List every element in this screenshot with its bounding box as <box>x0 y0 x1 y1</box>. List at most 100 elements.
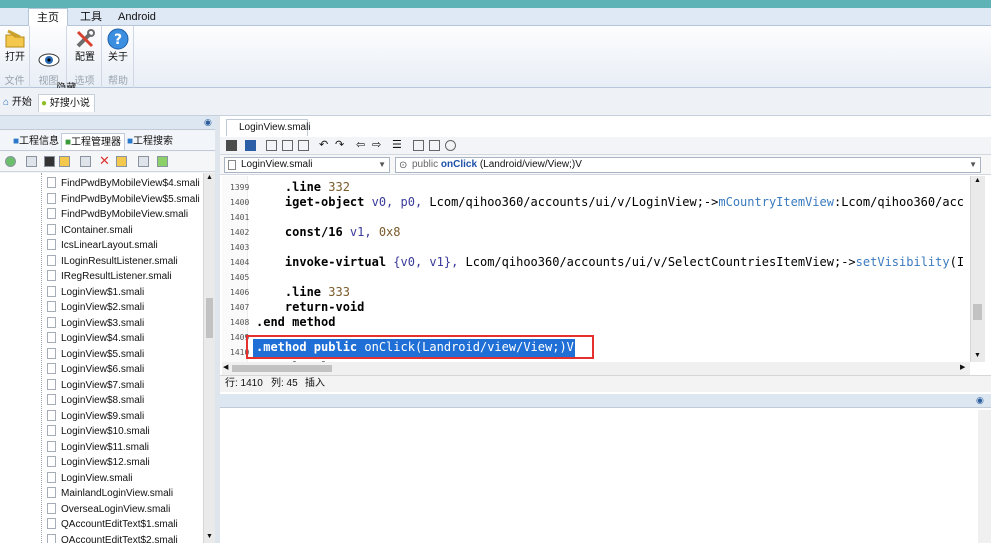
delete-icon[interactable]: ✕ <box>99 153 110 169</box>
tree-item[interactable]: IRegResultListener.smali <box>47 269 172 284</box>
group-label-help: 帮助 <box>108 76 128 87</box>
file-combo-icon <box>228 160 236 170</box>
tree-item[interactable]: FindPwdByMobileView$5.smali <box>47 192 200 207</box>
line-number: 1400 <box>230 198 250 207</box>
open-button[interactable]: 打开 <box>0 28 30 63</box>
tree-scrollbar-thumb[interactable] <box>206 298 213 338</box>
tree-item[interactable]: LoginView$9.smali <box>47 409 144 424</box>
add-icon[interactable] <box>157 156 168 167</box>
scroll-down-icon[interactable]: ▼ <box>206 533 213 540</box>
code-horizontal-scrollbar[interactable]: ◀ ▶ <box>222 362 970 375</box>
tree-item-label: LoginView$10.smali <box>61 426 150 437</box>
code-hscroll-thumb[interactable] <box>232 365 332 372</box>
file-icon <box>47 177 56 188</box>
editor-file-tab[interactable]: LoginView.smali <box>226 119 311 136</box>
tree-item[interactable]: LoginView$2.smali <box>47 300 144 315</box>
scroll-down-icon[interactable]: ▼ <box>974 352 981 359</box>
file-icon <box>47 518 56 529</box>
redo-icon[interactable]: ↷ <box>335 138 344 151</box>
tree-item[interactable]: LoginView$4.smali <box>47 331 144 346</box>
tree-item[interactable]: LoginView$5.smali <box>47 347 144 362</box>
group-label-view: 视图 <box>38 76 59 87</box>
tree-item[interactable]: LoginView$6.smali <box>47 362 144 377</box>
method-combo[interactable]: ⊙ public onClick (Landroid/view/View;)V … <box>395 157 981 173</box>
scroll-left-icon[interactable]: ◀ <box>223 363 228 371</box>
tab-home[interactable]: 主页 <box>28 8 68 26</box>
tree-item[interactable]: LoginView$3.smali <box>47 316 144 331</box>
tool-icon-2[interactable] <box>429 140 440 151</box>
method-icon: ⊙ <box>399 160 408 171</box>
tree-scrollbar[interactable]: ▲ ▼ <box>203 173 215 543</box>
tree-item[interactable]: LoginView$11.smali <box>47 440 149 455</box>
file-icon <box>47 456 56 467</box>
back-icon[interactable]: ⇦ <box>356 138 365 151</box>
new-folder-icon[interactable] <box>116 156 127 167</box>
tree-item[interactable]: MainlandLoginView.smali <box>47 486 173 501</box>
tree-item[interactable]: QAccountEditText$2.smali <box>47 533 178 543</box>
method-combo-name: onClick <box>440 159 478 170</box>
tab-tools[interactable]: 工具 <box>72 8 110 26</box>
tab-android[interactable]: Android <box>110 8 164 26</box>
scroll-right-icon[interactable]: ▶ <box>960 363 965 371</box>
stop-icon[interactable] <box>44 156 55 167</box>
tree-item[interactable]: IContainer.smali <box>47 223 133 238</box>
tab-project-search[interactable]: ■工程搜索 <box>124 133 176 150</box>
panel-toggle-icon[interactable]: ◉ <box>204 117 212 128</box>
tree-item[interactable]: IcsLinearLayout.smali <box>47 238 158 253</box>
code-scrollbar-thumb[interactable] <box>973 304 982 320</box>
open-button-label: 打开 <box>5 52 25 63</box>
open-folder-icon <box>5 29 25 48</box>
tab-project-info[interactable]: ■工程信息 <box>10 133 62 150</box>
line-number: 1402 <box>230 228 250 237</box>
undo-icon[interactable]: ↶ <box>319 138 328 151</box>
doc-tab-project[interactable]: ● 好搜小说 <box>38 94 95 112</box>
panel-toggle-icon[interactable]: ◉ <box>976 395 984 406</box>
paste-icon[interactable] <box>298 140 309 151</box>
group-label-file: 文件 <box>4 76 25 87</box>
scroll-up-icon[interactable]: ▲ <box>206 174 213 181</box>
config-button[interactable]: 配置 <box>70 28 100 63</box>
tab-project-manager[interactable]: ■工程管理器 <box>61 133 126 150</box>
tree-item[interactable]: FindPwdByMobileView$4.smali <box>47 176 200 191</box>
collapse-icon[interactable] <box>26 156 37 167</box>
tree-item[interactable]: LoginView$8.smali <box>47 393 144 408</box>
tree-item[interactable]: FindPwdByMobileView.smali <box>47 207 188 222</box>
code-vertical-scrollbar[interactable]: ▲ ▼ <box>970 176 985 362</box>
chevron-down-icon: ▼ <box>969 160 977 169</box>
file-combo[interactable]: LoginView.smali ▼ <box>224 157 390 173</box>
tree-item[interactable]: QAccountEditText$1.smali <box>47 517 178 532</box>
tree-item-label: LoginView$2.smali <box>61 302 145 313</box>
file-icon <box>47 471 56 483</box>
save-icon[interactable] <box>245 140 256 151</box>
tree-item[interactable]: LoginView$7.smali <box>47 378 144 393</box>
tool-icon-3[interactable] <box>445 140 456 151</box>
tree-item[interactable]: LoginView$12.smali <box>47 455 150 470</box>
tree-item[interactable]: OverseaLoginView.smali <box>47 502 170 517</box>
scroll-up-icon[interactable]: ▲ <box>974 177 981 184</box>
archive-icon[interactable] <box>80 156 91 167</box>
tree-item[interactable]: LoginView$1.smali <box>47 285 144 300</box>
file-icon <box>47 192 56 204</box>
code-line: return-void <box>256 300 365 314</box>
code-line: invoke-virtual {v0, v1}, Lcom/qihoo360/a… <box>256 255 965 269</box>
refresh-icon[interactable] <box>5 156 16 167</box>
cut-icon[interactable] <box>282 140 293 151</box>
lock-icon[interactable] <box>226 140 237 151</box>
config-button-label: 配置 <box>75 52 95 63</box>
copy-icon[interactable] <box>266 140 277 151</box>
tree-item[interactable]: LoginView.smali <box>47 471 133 486</box>
doc-tab-start[interactable]: ⌂ 开始 <box>1 94 36 112</box>
new-file-icon[interactable] <box>138 156 149 167</box>
tree-item[interactable]: LoginView$10.smali <box>47 424 150 439</box>
forward-icon[interactable]: ⇨ <box>372 138 381 151</box>
eye-icon <box>38 53 60 67</box>
output-scrollbar[interactable] <box>978 410 991 543</box>
about-button[interactable]: ? 关于 <box>103 28 133 63</box>
format-icon[interactable]: ☰ <box>392 138 402 151</box>
tree-item-label: QAccountEditText$2.smali <box>61 534 178 543</box>
doc-tab-start-label: 开始 <box>11 97 32 108</box>
tool-icon-1[interactable] <box>413 140 424 151</box>
tree-item[interactable]: ILoginResultListener.smali <box>47 254 178 269</box>
file-combo-value: LoginView.smali <box>241 159 313 170</box>
folder-icon[interactable] <box>59 156 70 167</box>
